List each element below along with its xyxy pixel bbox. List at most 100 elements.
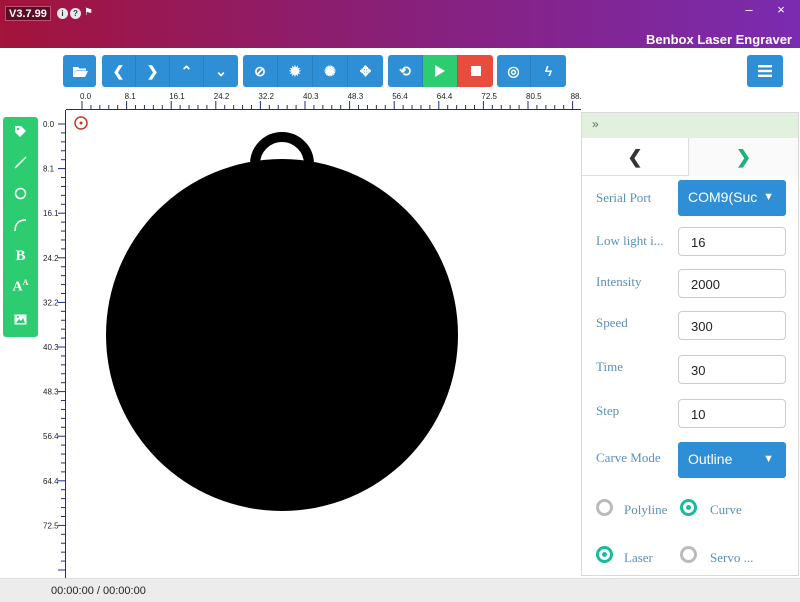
main-menu-button[interactable] (747, 55, 783, 87)
h-ruler-label: 0.0 (80, 92, 92, 101)
v-ruler-label: 24.2 (43, 254, 59, 263)
v-ruler-label: 72.5 (43, 521, 59, 530)
panel-tabs: ❮ ❯ (582, 138, 798, 176)
servo-label: Servo ... (710, 550, 754, 565)
bold-text-icon: B (15, 247, 26, 264)
move-left-button[interactable]: ❮ (102, 55, 136, 87)
carve-mode-select[interactable]: Outline ▼ (678, 442, 786, 478)
chevron-up-icon: ⌃ (180, 62, 193, 79)
bolt-icon: ϟ (544, 63, 553, 79)
canvas-drawing (74, 116, 458, 511)
app-window: V3.7.99 i ? ⚑ – × Benbox Laser Engraver … (0, 0, 800, 602)
intensity-label: Intensity (596, 274, 642, 289)
move-right-button[interactable]: ❯ (136, 55, 170, 87)
target-icon: ◎ (507, 62, 520, 79)
chevron-right-icon: ❯ (146, 62, 159, 79)
carve-mode-label: Carve Mode (596, 450, 661, 465)
panel-collapse-toggle[interactable]: » (582, 113, 798, 138)
v-ruler-label: 40.3 (43, 343, 59, 352)
app-title: Benbox Laser Engraver (646, 32, 792, 47)
title-bar: V3.7.99 i ? ⚑ – × Benbox Laser Engraver (0, 0, 800, 48)
power-button[interactable]: ϟ (531, 55, 566, 87)
intensity-input[interactable]: 2000 (678, 269, 786, 298)
target-button[interactable]: ◎ (497, 55, 531, 87)
step-label: Step (596, 403, 620, 418)
play-button[interactable] (423, 55, 458, 87)
origin-marker-dot (79, 121, 83, 125)
servo-radio[interactable] (680, 546, 697, 563)
move-down-button[interactable]: ⌄ (204, 55, 238, 87)
info-icon[interactable]: i (57, 8, 68, 19)
tab-prev[interactable]: ❮ (582, 138, 689, 176)
cog-icon: ✺ (324, 62, 336, 79)
pendant-shape[interactable] (106, 159, 458, 511)
vertical-ruler-ticks: 0.0 8.1 16.1 24.2 32.2 40.3 48.3 56.4 64.4 72.5 (43, 110, 66, 578)
chevron-left-icon: ❮ (112, 62, 125, 79)
v-ruler-label: 48.3 (43, 388, 59, 397)
time-input[interactable]: 30 (678, 355, 786, 384)
close-icon[interactable]: × (772, 3, 790, 17)
chevron-left-icon: ❮ (627, 146, 643, 167)
run-button-group: ⟲ (388, 55, 493, 87)
stop-icon (470, 66, 481, 76)
cancel-button[interactable]: ⊘ (243, 55, 278, 87)
low-light-input[interactable]: 16 (678, 227, 786, 256)
repeat-button[interactable]: ⟲ (388, 55, 423, 87)
step-input[interactable]: 10 (678, 399, 786, 428)
engraving-canvas[interactable] (66, 110, 581, 576)
h-ruler-label: 48.3 (348, 92, 364, 101)
image-icon (14, 314, 27, 324)
v-ruler-label: 0.0 (43, 120, 55, 129)
drawing-tools-palette: B AA (3, 117, 38, 337)
tag-tool-button[interactable] (3, 117, 38, 145)
version-badge: V3.7.99 (5, 6, 51, 21)
chevron-right-icon: ❯ (735, 146, 752, 167)
flag-icon[interactable]: ⚑ (84, 7, 94, 19)
settings-panel: » ❮ ❯ Serial Port COM9(Suc ▼ Low light i… (581, 112, 799, 576)
v-ruler-label: 8.1 (43, 165, 55, 174)
help-icon[interactable]: ? (70, 8, 81, 19)
serial-port-select[interactable]: COM9(Suc ▼ (678, 180, 786, 216)
image-tool-button[interactable] (3, 305, 38, 333)
speed-input[interactable]: 300 (678, 311, 786, 340)
low-light-label: Low light i... (596, 233, 664, 248)
center-button[interactable]: ✥ (348, 55, 383, 87)
status-bar: 00:00:00 / 00:00:00 (0, 578, 800, 602)
line-tool-button[interactable] (3, 148, 38, 176)
speed-label: Speed (596, 315, 628, 330)
horizontal-ruler: 0.0 8.1 16.1 24.2 32.2 40.3 48.3 56.4 64.4 72.5 80… (66, 90, 770, 110)
caret-down-icon: ▼ (763, 191, 774, 203)
serial-port-label: Serial Port (596, 190, 652, 205)
font-size-icon: AA (12, 278, 29, 295)
h-ruler-label: 8.1 (125, 92, 137, 101)
arc-tool-button[interactable] (3, 211, 38, 239)
laser-radio[interactable] (596, 546, 613, 563)
curve-radio[interactable] (680, 499, 697, 516)
tag-icon (15, 125, 26, 137)
polyline-radio[interactable] (596, 499, 613, 516)
hamburger-menu-icon (758, 65, 772, 77)
h-ruler-label: 24.2 (214, 92, 230, 101)
circle-tool-button[interactable] (3, 179, 38, 207)
polyline-label: Polyline (624, 502, 668, 517)
crosshair-icon: ✥ (359, 62, 372, 79)
sun-icon: ✹ (289, 62, 301, 79)
play-icon (435, 65, 445, 77)
h-ruler-label: 16.1 (169, 92, 185, 101)
move-button-group: ❮ ❯ ⌃ ⌄ (102, 55, 238, 87)
font-tool-button[interactable]: AA (3, 273, 38, 301)
carve-mode-value: Outline (688, 451, 733, 467)
v-ruler-label: 64.4 (43, 477, 59, 486)
h-ruler-label: 40.3 (303, 92, 319, 101)
laser-label: Laser (624, 550, 653, 565)
minimize-icon[interactable]: – (740, 3, 758, 17)
move-up-button[interactable]: ⌃ (170, 55, 204, 87)
h-ruler-label: 72.5 (481, 92, 497, 101)
open-file-button[interactable] (63, 55, 96, 87)
bold-text-tool-button[interactable]: B (3, 242, 38, 270)
stop-button[interactable] (458, 55, 493, 87)
settings-button[interactable]: ✺ (313, 55, 348, 87)
brightness-button[interactable]: ✹ (278, 55, 313, 87)
line-icon (14, 155, 27, 169)
tab-next[interactable]: ❯ (689, 138, 798, 176)
